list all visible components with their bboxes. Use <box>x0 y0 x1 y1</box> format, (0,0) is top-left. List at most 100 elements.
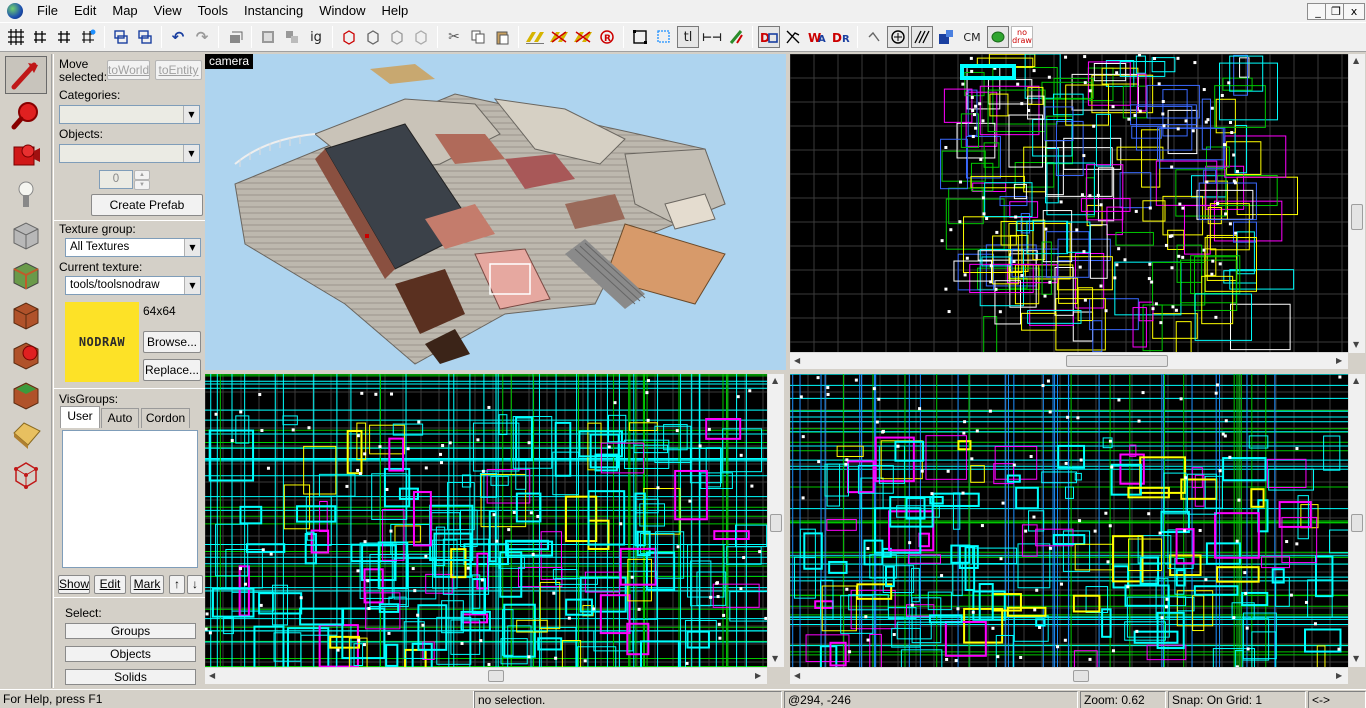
toggle-texlock-icon[interactable] <box>524 26 546 48</box>
grid-smaller-icon[interactable] <box>5 26 27 48</box>
mark-button[interactable]: Mark <box>130 575 164 594</box>
carve-icon[interactable] <box>110 26 132 48</box>
overlay-tool-icon[interactable] <box>5 376 47 414</box>
spin-up-button[interactable]: ▲ <box>134 170 150 180</box>
compile-map-icon[interactable]: CM <box>959 26 985 48</box>
grid-toggle-icon[interactable] <box>53 26 75 48</box>
top-2d-viewport[interactable] <box>790 54 1348 353</box>
menu-file[interactable]: File <box>29 0 66 22</box>
clipping-tool-icon[interactable] <box>5 416 47 454</box>
move-down-button[interactable]: ↓ <box>187 575 203 594</box>
side-view-hscrollbar[interactable]: ◀ ▶ <box>790 667 1348 684</box>
cut-icon[interactable]: ✂ <box>443 26 465 48</box>
front-view-vscrollbar[interactable]: ▲ ▼ <box>767 374 784 667</box>
spin-down-button[interactable]: ▼ <box>134 180 150 190</box>
categories-dropdown[interactable]: ▼ <box>59 105 200 124</box>
cordon-icon[interactable] <box>863 26 885 48</box>
top-view-vscrollbar[interactable]: ▲ ▼ <box>1348 54 1365 353</box>
objects-dropdown[interactable]: ▼ <box>59 144 200 163</box>
scroll-up-arrow-icon[interactable]: ▲ <box>772 376 778 385</box>
leaf-icon[interactable] <box>987 26 1009 48</box>
menu-map[interactable]: Map <box>104 0 145 22</box>
paste-icon[interactable] <box>491 26 513 48</box>
entity-tool-icon[interactable] <box>5 176 47 214</box>
toggle-selection-box-icon[interactable] <box>653 26 675 48</box>
tab-auto[interactable]: Auto <box>101 408 139 428</box>
menu-edit[interactable]: Edit <box>66 0 104 22</box>
toggle-models-icon[interactable] <box>725 26 747 48</box>
apply-texture-tool-icon[interactable] <box>5 296 47 334</box>
toggle-wireframe-icon[interactable] <box>911 26 933 48</box>
hollow-icon[interactable] <box>134 26 156 48</box>
toggle-3d-grid-icon[interactable] <box>629 26 651 48</box>
grid-larger-icon[interactable] <box>29 26 51 48</box>
side-view-vscrollbar[interactable]: ▲ ▼ <box>1348 374 1365 667</box>
hide-unselected-icon[interactable] <box>362 26 384 48</box>
selection-tool-icon[interactable] <box>5 56 47 94</box>
horizontal-splitter[interactable] <box>205 370 1366 374</box>
copy-icon[interactable] <box>467 26 489 48</box>
toggle-helpers-icon[interactable]: ⊢⊣ <box>701 26 723 48</box>
scroll-thumb[interactable] <box>1351 204 1363 230</box>
scroll-left-arrow-icon[interactable]: ◀ <box>209 671 215 680</box>
front-2d-viewport[interactable] <box>205 374 767 667</box>
vertex-tool-icon[interactable] <box>5 456 47 494</box>
show-button[interactable]: Show <box>58 575 90 594</box>
grid-3d-icon[interactable] <box>77 26 99 48</box>
side-2d-viewport[interactable] <box>790 374 1348 667</box>
camera-tool-icon[interactable] <box>5 136 47 174</box>
ignore-groups-icon[interactable]: ig <box>305 26 327 48</box>
menu-window[interactable]: Window <box>311 0 373 22</box>
select-objects-button[interactable]: Objects <box>65 646 196 662</box>
scroll-thumb[interactable] <box>1066 355 1168 367</box>
visgroups-list[interactable] <box>62 430 198 568</box>
scroll-down-arrow-icon[interactable]: ▼ <box>1353 340 1359 349</box>
scroll-right-arrow-icon[interactable]: ▶ <box>755 671 761 680</box>
block-tool-icon[interactable] <box>5 216 47 254</box>
toggle-cubemaps-icon[interactable] <box>935 26 957 48</box>
redo-icon[interactable]: ↷ <box>191 26 213 48</box>
display-lightmap-icon[interactable]: WA <box>806 26 828 48</box>
hide-icon[interactable] <box>224 26 246 48</box>
display-textured-icon[interactable] <box>782 26 804 48</box>
scroll-thumb[interactable] <box>1351 514 1363 532</box>
ungroup-icon[interactable] <box>281 26 303 48</box>
top-view-hscrollbar[interactable]: ◀ ▶ <box>790 352 1348 369</box>
menu-view[interactable]: View <box>146 0 190 22</box>
tab-cordon[interactable]: Cordon <box>141 408 190 428</box>
scroll-up-arrow-icon[interactable]: ▲ <box>1353 56 1359 65</box>
select-groups-button[interactable]: Groups <box>65 623 196 639</box>
to-entity-button[interactable]: toEntity <box>155 60 202 80</box>
toggle-select-by-handles-icon[interactable] <box>572 26 594 48</box>
hide-selected-icon[interactable] <box>338 26 360 48</box>
scroll-up-arrow-icon[interactable]: ▲ <box>1353 376 1359 385</box>
edit-button[interactable]: Edit <box>94 575 126 594</box>
move-up-button[interactable]: ↑ <box>169 575 185 594</box>
scroll-right-arrow-icon[interactable]: ▶ <box>1336 356 1342 365</box>
spin-value-field[interactable]: 0 <box>99 170 133 189</box>
toggle-sky-icon[interactable] <box>887 26 909 48</box>
to-world-button[interactable]: toWorld <box>107 60 150 80</box>
unhide-icon[interactable] <box>386 26 408 48</box>
texture-group-dropdown[interactable]: All Textures ▼ <box>65 238 201 257</box>
toggle-texture-scale-lock-icon[interactable] <box>548 26 570 48</box>
toggle-nodraw-icon[interactable]: no draw <box>1011 26 1033 48</box>
replace-button[interactable]: Replace... <box>143 359 201 381</box>
show-all-icon[interactable] <box>410 26 432 48</box>
menu-help[interactable]: Help <box>373 0 416 22</box>
tab-user[interactable]: User <box>60 406 100 428</box>
undo-icon[interactable]: ↶ <box>167 26 189 48</box>
scroll-down-arrow-icon[interactable]: ▼ <box>772 654 778 663</box>
scroll-right-arrow-icon[interactable]: ▶ <box>1336 671 1342 680</box>
browse-button[interactable]: Browse... <box>143 331 201 353</box>
scroll-left-arrow-icon[interactable]: ◀ <box>794 671 800 680</box>
group-icon[interactable] <box>257 26 279 48</box>
scroll-thumb[interactable] <box>1073 670 1089 682</box>
select-solids-button[interactable]: Solids <box>65 669 196 685</box>
scroll-left-arrow-icon[interactable]: ◀ <box>794 356 800 365</box>
close-button[interactable]: x <box>1343 3 1365 20</box>
menu-tools[interactable]: Tools <box>190 0 236 22</box>
front-view-hscrollbar[interactable]: ◀ ▶ <box>205 667 767 684</box>
scroll-thumb[interactable] <box>770 514 782 532</box>
decal-tool-icon[interactable] <box>5 336 47 374</box>
